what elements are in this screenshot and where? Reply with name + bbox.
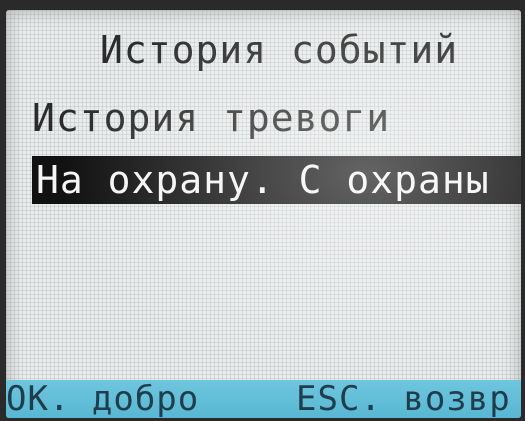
device-frame: История событий История тревоги На охран… (0, 0, 525, 421)
softkey-bar: ОК. добро ESC. возвр (6, 380, 521, 418)
menu-item-arm-disarm-label: На охрану. С охраны (36, 158, 490, 202)
esc-softkey[interactable]: ESC. возвр (296, 380, 511, 418)
menu-item-alarm-history[interactable]: История тревоги (32, 96, 390, 140)
lcd-screen: История событий История тревоги На охран… (6, 10, 521, 418)
ok-softkey[interactable]: ОК. добро (6, 380, 199, 418)
menu-item-arm-disarm[interactable]: На охрану. С охраны (32, 156, 521, 204)
screen-title: История событий (100, 28, 459, 72)
